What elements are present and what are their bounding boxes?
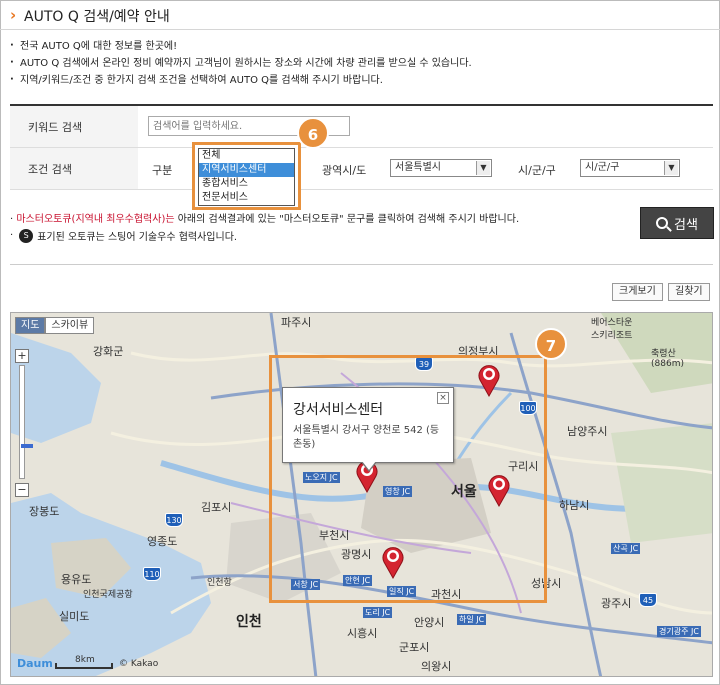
gubun-option-general[interactable]: 종합서비스 bbox=[199, 177, 294, 191]
map-label: 광주시 bbox=[601, 597, 632, 610]
info-window-title: 강서서비스센터 bbox=[293, 402, 384, 418]
zoom-out-button[interactable]: − bbox=[15, 483, 29, 497]
city-select-value: 시/군/구 bbox=[585, 162, 620, 173]
notice-text: 아래의 검색결과에 있는 "마스터오토큐" 문구를 클릭하여 검색해 주시기 바… bbox=[174, 214, 520, 225]
gubun-dropdown-list[interactable]: 전체 지역서비스센터 종합서비스 전문서비스 bbox=[198, 148, 295, 206]
map-label: 안양시 bbox=[414, 616, 445, 629]
map-label: 장봉도 bbox=[29, 505, 60, 518]
search-icon bbox=[656, 217, 669, 229]
condition-label: 조건 검색 bbox=[10, 148, 138, 189]
zoom-in-button[interactable]: + bbox=[15, 349, 29, 363]
map-label: 강화군 bbox=[93, 345, 124, 358]
highway-shield: 130 bbox=[165, 513, 183, 527]
map-label-incheon: 인천 bbox=[236, 614, 262, 630]
map-label: 인천국제공항 bbox=[83, 590, 133, 600]
zoom-slider[interactable] bbox=[19, 365, 33, 479]
gubun-dropdown-highlight: 전체 지역서비스센터 종합서비스 전문서비스 bbox=[192, 142, 301, 210]
gubun-option-specialist[interactable]: 전문서비스 bbox=[199, 191, 294, 205]
map-label: 영종도 bbox=[147, 535, 178, 548]
map-label: 용유도 bbox=[61, 573, 92, 586]
highway-shield: 45 bbox=[639, 593, 657, 607]
page-title: AUTO Q 검색/예약 안내 bbox=[24, 9, 170, 25]
zoom-control: + − bbox=[15, 349, 33, 497]
callout-badge-6: 6 bbox=[297, 117, 329, 149]
highway-shield: 110 bbox=[143, 567, 161, 581]
large-view-button[interactable]: 크게보기 bbox=[612, 283, 663, 301]
map-label: 남양주시 bbox=[567, 425, 608, 438]
map-label: 실미도 bbox=[59, 610, 90, 623]
daum-logo: Daum bbox=[17, 657, 53, 670]
search-button[interactable]: 검색 bbox=[640, 207, 714, 239]
stinger-icon: S bbox=[19, 228, 34, 243]
notice-red-text: 마스터오토큐(지역내 최우수협력사)는 bbox=[16, 214, 175, 225]
route-button[interactable]: 길찾기 bbox=[668, 283, 710, 301]
keyword-row: 키워드 검색 bbox=[10, 106, 713, 148]
stinger-notice-text: 표기된 오토큐는 스팅어 기술우수 협력사입니다. bbox=[37, 232, 238, 243]
city-select[interactable]: 시/군/구 ▼ bbox=[580, 159, 680, 177]
info-window-pointer bbox=[361, 461, 377, 472]
intro-list: 전국 AUTO Q에 대한 정보를 한곳에! AUTO Q 검색에서 온라인 정… bbox=[10, 39, 710, 91]
keyword-label: 키워드 검색 bbox=[10, 106, 138, 147]
region-label: 광역시/도 bbox=[322, 164, 367, 177]
zoom-slider-handle[interactable] bbox=[21, 444, 33, 448]
condition-row: 조건 검색 구분 광역시/도 서울특별시 ▼ 시/군/구 시/군/구 ▼ bbox=[10, 148, 713, 190]
region-select[interactable]: 서울특별시 ▼ bbox=[390, 159, 492, 177]
search-button-label: 검색 bbox=[674, 217, 698, 233]
road-junction-tag: 하일 JC bbox=[457, 614, 487, 625]
gubun-label: 구분 bbox=[152, 164, 173, 177]
road-junction-tag: 산곡 JC bbox=[611, 543, 641, 554]
tab-skyview[interactable]: 스카이뷰 bbox=[45, 317, 95, 334]
gubun-option-all[interactable]: 전체 bbox=[199, 149, 294, 163]
map-label: 하남시 bbox=[559, 499, 590, 512]
close-icon[interactable]: × bbox=[437, 392, 449, 404]
master-autoq-notice: · 마스터오토큐(지역내 최우수협력사)는 아래의 검색결과에 있는 "마스터오… bbox=[10, 214, 520, 225]
map-label: 김포시 bbox=[201, 501, 232, 514]
map-type-tabs: 지도 스카이뷰 bbox=[15, 317, 95, 334]
map-label: 군포시 bbox=[399, 641, 430, 654]
info-window: × 강서서비스센터 서울특별시 강서구 양천로 542 (등촌동) bbox=[282, 387, 454, 472]
tab-map[interactable]: 지도 bbox=[15, 317, 46, 334]
title-bar: › AUTO Q 검색/예약 안내 bbox=[0, 0, 720, 30]
gubun-option-regional-center[interactable]: 지역서비스센터 bbox=[199, 163, 294, 177]
map-view[interactable]: 지도 스카이뷰 + − 파주시 강화군 의정부시 베어스타운 스키리조트 축령산(… bbox=[10, 312, 713, 677]
intro-item: AUTO Q 검색에서 온라인 정비 예약까지 고객님이 원하시는 장소와 시간… bbox=[10, 56, 710, 74]
intro-item: 지역/키워드/조건 중 한가지 검색 조건을 선택하여 AUTO Q를 검색해 … bbox=[10, 73, 710, 91]
map-copyright: © Kakao bbox=[119, 659, 159, 669]
chevron-down-icon: ▼ bbox=[664, 161, 678, 175]
info-window-address: 서울특별시 강서구 양천로 542 (등촌동) bbox=[293, 425, 440, 450]
map-label: 축령산 (886m) bbox=[651, 349, 684, 369]
map-scale-bar bbox=[55, 663, 113, 669]
city-label: 시/군/구 bbox=[518, 164, 556, 177]
section-divider bbox=[10, 264, 713, 265]
map-label: 시흥시 bbox=[347, 627, 378, 640]
map-label: 의왕시 bbox=[421, 660, 452, 673]
road-junction-tag: 경기광주 JC bbox=[657, 626, 701, 637]
map-label: 베어스타운 스키리조트 bbox=[591, 318, 633, 341]
stinger-notice: · S 표기된 오토큐는 스팅어 기술우수 협력사입니다. bbox=[10, 228, 238, 243]
map-label: 파주시 bbox=[281, 316, 312, 329]
map-label: 인천항 bbox=[207, 578, 232, 588]
chevron-right-icon: › bbox=[10, 6, 17, 24]
road-junction-tag: 도리 JC bbox=[363, 607, 393, 618]
chevron-down-icon: ▼ bbox=[476, 161, 490, 175]
callout-badge-7: 7 bbox=[535, 328, 567, 360]
region-select-value: 서울특별시 bbox=[395, 162, 441, 173]
intro-item: 전국 AUTO Q에 대한 정보를 한곳에! bbox=[10, 39, 710, 57]
